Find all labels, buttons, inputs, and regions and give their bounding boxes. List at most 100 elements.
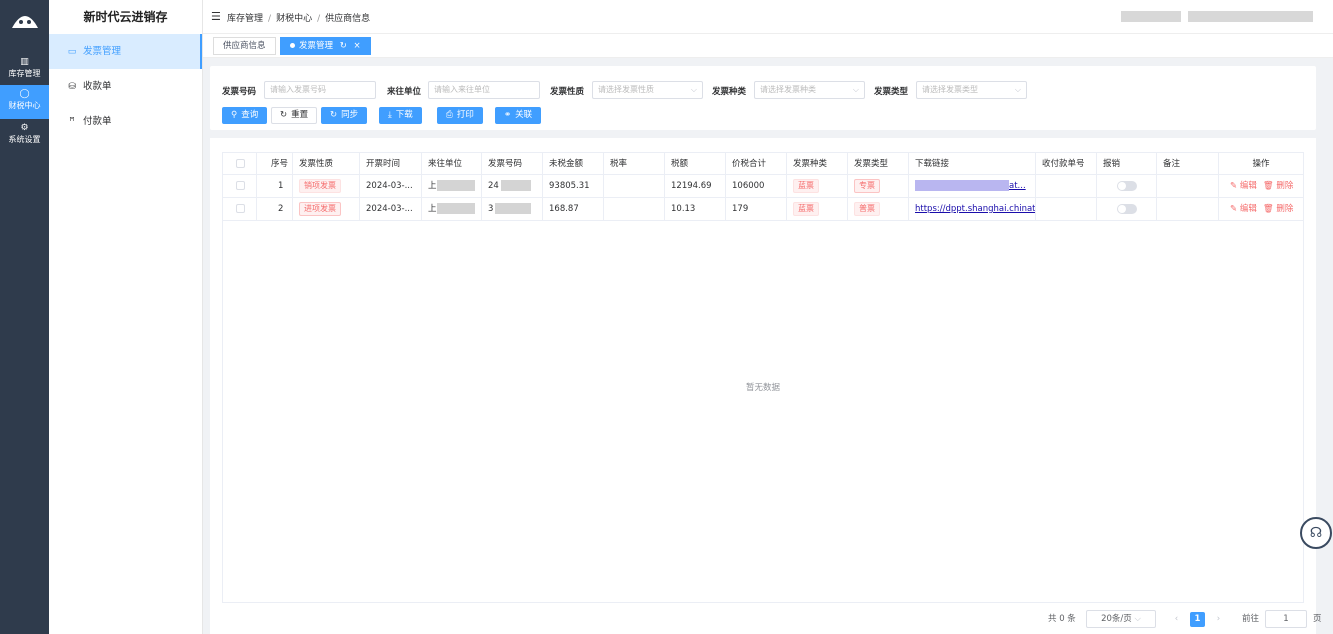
active-dot-icon — [290, 43, 295, 48]
column-header: 报销 — [1097, 153, 1157, 174]
chevron-down-icon: ⌵ — [690, 85, 697, 94]
delete-button[interactable]: 🗑 删除 — [1263, 204, 1294, 214]
goto-page-input[interactable]: 1 — [1265, 610, 1307, 628]
page-suffix: 页 — [1313, 614, 1322, 624]
row-index: 2 — [257, 198, 293, 220]
nature-cell: 销项发票 — [293, 175, 360, 197]
tax-rate-cell — [604, 175, 665, 197]
edit-button[interactable]: ✎ 编辑 — [1230, 204, 1257, 214]
select-placeholder: 请选择发票性质 — [598, 85, 654, 94]
edit-icon: ✎ — [1230, 204, 1238, 214]
table-row: 1 销项发票 2024-03-... 上 24 93805.31 12194.6… — [223, 175, 1303, 198]
delete-button[interactable]: 🗑 删除 — [1263, 181, 1294, 191]
partner-cell: 上 — [422, 175, 482, 197]
button-label: 查询 — [241, 110, 259, 120]
nature-cell: 进项发票 — [293, 198, 360, 220]
partner-text: 上 — [428, 204, 437, 214]
page-number-current[interactable]: 1 — [1190, 612, 1205, 627]
rail-item-inventory[interactable]: ▥ 库存管理 — [0, 53, 49, 87]
app-rail: ▥ 库存管理 ◯ 财税中心 ⚙ 系统设置 — [0, 0, 49, 634]
close-icon[interactable]: × — [354, 41, 361, 51]
rail-item-label: 库存管理 — [8, 69, 41, 78]
column-header: 税额 — [665, 153, 726, 174]
payment-no-cell — [1036, 175, 1097, 197]
tab-bar: 供应商信息 发票管理 ↻ × — [203, 34, 1333, 58]
empty-state-text: 暂无数据 — [745, 383, 780, 393]
row-checkbox[interactable] — [223, 175, 257, 197]
date-cell: 2024-03-... — [360, 175, 422, 197]
refresh-icon[interactable]: ↻ — [340, 41, 347, 51]
nature-tag: 进项发票 — [299, 202, 341, 216]
rail-item-finance[interactable]: ◯ 财税中心 — [0, 85, 49, 119]
invoice-no-label: 发票号码 — [222, 87, 257, 97]
type-tag: 专票 — [854, 179, 880, 193]
sidebar-item-receipt[interactable]: ⛁ 收款单 — [49, 69, 202, 104]
inventory-icon: ▥ — [20, 57, 29, 67]
nature-select[interactable]: 请选择发票性质 ⌵ — [592, 81, 703, 99]
rail-item-settings[interactable]: ⚙ 系统设置 — [0, 119, 49, 153]
filter-panel: 发票号码 请输入发票号码 来往单位 请输入来往单位 发票性质 请选择发票性质 ⌵ … — [210, 66, 1316, 130]
total-cell: 106000 — [726, 175, 787, 197]
search-icon: ⚲ — [231, 110, 238, 120]
download-link-cell[interactable]: at... — [909, 175, 1036, 197]
table-panel: 序号 发票性质 开票时间 来往单位 发票号码 未税金额 税率 税额 价税合计 发… — [210, 138, 1322, 634]
column-header: 价税合计 — [726, 153, 787, 174]
kind-select[interactable]: 请选择发票种类 ⌵ — [754, 81, 865, 99]
partner-input[interactable]: 请输入来往单位 — [428, 81, 540, 99]
query-button[interactable]: ⚲ 查询 — [222, 107, 268, 124]
tax-cell: 10.13 — [665, 198, 726, 220]
finance-icon: ◯ — [19, 89, 30, 99]
button-label: 重置 — [291, 110, 309, 120]
download-link[interactable]: https://dppt.shanghai.chinat... — [915, 204, 1035, 214]
reimburse-switch[interactable] — [1117, 203, 1137, 214]
printer-icon: ⎙ — [446, 110, 453, 120]
sidebar-item-label: 付款单 — [83, 116, 112, 127]
prev-page-button[interactable]: ‹ — [1169, 612, 1184, 627]
kind-cell: 蓝票 — [787, 175, 848, 197]
link-button[interactable]: ⚭ 关联 — [495, 107, 542, 124]
redacted-value — [495, 203, 532, 214]
partner-text: 上 — [428, 181, 437, 191]
redacted-user-info[interactable] — [1188, 11, 1313, 22]
database-icon: ⛁ — [68, 82, 76, 92]
print-button[interactable]: ⎙ 打印 — [437, 107, 483, 124]
breadcrumb-item[interactable]: 库存管理 — [227, 14, 263, 24]
invoice-no-input[interactable]: 请输入发票号码 — [264, 81, 376, 99]
trash-icon: 🗑 — [1262, 204, 1274, 214]
sync-icon: ↻ — [330, 110, 338, 120]
page-size-select[interactable]: 20条/页 ⌵ — [1086, 610, 1156, 628]
type-select[interactable]: 请选择发票类型 ⌵ — [916, 81, 1027, 99]
sidebar-item-invoice[interactable]: ▭ 发票管理 — [49, 34, 202, 69]
invoice-no-text: 24 — [488, 181, 499, 191]
pagination-total: 共 0 条 — [1048, 614, 1076, 624]
button-label: 打印 — [456, 110, 474, 120]
sidebar-item-label: 收款单 — [83, 81, 112, 92]
download-link[interactable]: at... — [1009, 181, 1026, 191]
reset-button[interactable]: ↻ 重置 — [271, 107, 318, 124]
breadcrumb-item[interactable]: 财税中心 — [276, 14, 312, 24]
customer-support-button[interactable]: ☊ — [1300, 517, 1332, 549]
kind-tag: 蓝票 — [793, 202, 819, 216]
sidebar-item-payment[interactable]: ꟸ 付款单 — [49, 104, 202, 139]
brand-logo-icon — [12, 16, 38, 28]
redacted-value — [500, 180, 531, 191]
download-link-cell[interactable]: https://dppt.shanghai.chinat... — [909, 198, 1036, 220]
type-cell: 专票 — [848, 175, 909, 197]
tab-supplier-info[interactable]: 供应商信息 — [213, 37, 276, 55]
column-header: 未税金额 — [543, 153, 604, 174]
column-header: 发票性质 — [293, 153, 360, 174]
select-all-checkbox[interactable] — [223, 153, 257, 174]
download-button[interactable]: ⤓ 下载 — [379, 107, 422, 124]
hamburger-icon[interactable]: ☰ — [211, 10, 221, 23]
tab-invoice-management[interactable]: 发票管理 ↻ × — [280, 37, 371, 55]
invoice-no-cell: 24 — [482, 175, 543, 197]
edit-button[interactable]: ✎ 编辑 — [1230, 181, 1257, 191]
next-page-button[interactable]: › — [1211, 612, 1226, 627]
column-header: 备注 — [1157, 153, 1219, 174]
edit-icon: ✎ — [1230, 181, 1238, 191]
row-checkbox[interactable] — [223, 198, 257, 220]
column-header: 操作 — [1252, 159, 1270, 169]
type-cell: 普票 — [848, 198, 909, 220]
reimburse-switch[interactable] — [1117, 180, 1137, 191]
sync-button[interactable]: ↻ 同步 — [321, 107, 368, 124]
